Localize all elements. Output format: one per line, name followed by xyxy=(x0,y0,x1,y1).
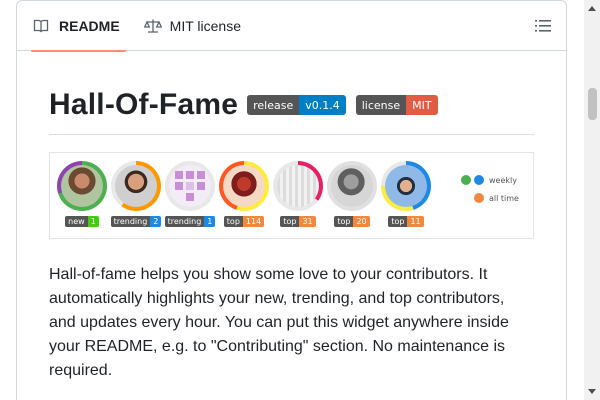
readme-content: Hall-Of-Fame release v0.1.4 license MIT … xyxy=(17,51,566,383)
contributor-avatar[interactable]: trending 1 xyxy=(164,161,216,229)
avatar-badge: top 20 xyxy=(334,216,370,227)
avatar-badge: top 114 xyxy=(223,216,265,227)
release-badge-label: release xyxy=(247,95,300,115)
tab-mit-license[interactable]: MIT license xyxy=(143,1,251,51)
legend-all-time: all time xyxy=(489,193,519,203)
hall-of-fame-widget: new 1 trending 2 trending 1 top 114 top … xyxy=(49,152,534,239)
readme-card: README MIT license Hall-Of-Fame release … xyxy=(16,0,567,400)
avatar-badge: trending 1 xyxy=(164,216,216,227)
widget-legend: weekly all time xyxy=(461,171,519,207)
orange-dot-icon xyxy=(474,193,484,203)
contributor-avatar[interactable]: trending 2 xyxy=(110,161,162,229)
scroll-up-icon[interactable] xyxy=(588,6,596,11)
scroll-thumb[interactable] xyxy=(588,88,597,120)
page-scrollbar[interactable] xyxy=(584,0,600,400)
release-badge-value: v0.1.4 xyxy=(299,95,346,115)
avatar-badge: top 31 xyxy=(280,216,316,227)
tab-bar: README MIT license xyxy=(17,1,566,52)
scale-icon xyxy=(143,18,162,34)
blue-dot-icon xyxy=(474,175,484,185)
legend-weekly: weekly xyxy=(489,175,517,185)
identicon-icon xyxy=(175,171,205,201)
scroll-down-icon[interactable] xyxy=(588,389,596,394)
license-badge-label: license xyxy=(355,95,407,115)
avatar-badge: trending 2 xyxy=(110,216,162,227)
release-badge[interactable]: release v0.1.4 xyxy=(247,95,346,115)
green-dot-icon xyxy=(461,175,471,185)
contributor-avatar[interactable]: top 11 xyxy=(380,161,432,229)
book-icon xyxy=(33,18,51,34)
license-badge[interactable]: license MIT xyxy=(355,95,438,115)
tab-readme[interactable]: README xyxy=(31,1,130,52)
contributor-avatar[interactable]: top 20 xyxy=(326,161,378,229)
avatar-badge: new 1 xyxy=(65,216,99,227)
readme-description: Hall-of-fame helps you show some love to… xyxy=(49,266,509,379)
contributor-avatar[interactable]: top 31 xyxy=(272,161,324,229)
readme-title: Hall-Of-Fame xyxy=(49,88,239,121)
contributor-avatar[interactable]: top 114 xyxy=(218,161,270,229)
avatar-image xyxy=(223,165,265,207)
avatar-image xyxy=(385,165,427,207)
avatar-image xyxy=(61,165,103,207)
title-row: Hall-Of-Fame release v0.1.4 license MIT xyxy=(49,88,534,135)
avatar-image xyxy=(115,165,157,207)
outline-list-icon[interactable] xyxy=(534,17,552,35)
contributor-avatar[interactable]: new 1 xyxy=(56,161,108,229)
tab-readme-label: README xyxy=(59,17,120,34)
avatar-image xyxy=(277,165,319,207)
tab-mit-license-label: MIT license xyxy=(169,17,241,34)
license-badge-value: MIT xyxy=(406,95,438,115)
avatar-badge: top 11 xyxy=(388,216,424,227)
avatar-image xyxy=(331,165,373,207)
avatar-image xyxy=(169,165,211,207)
